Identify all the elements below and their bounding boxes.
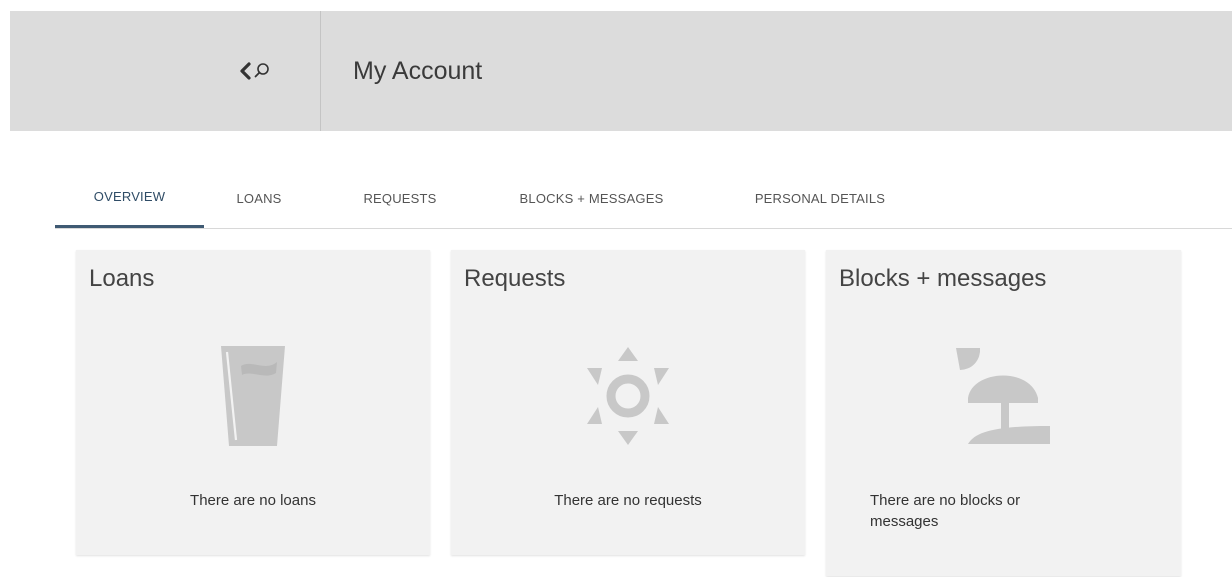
back-search-icon [240,62,269,80]
header-bar: My Account [10,11,1232,131]
header-back-section [10,11,321,131]
loans-empty-message: There are no loans [190,492,316,509]
tab-loans[interactable]: LOANS [227,168,291,228]
tab-overview[interactable]: OVERVIEW [55,168,204,228]
tab-blocks-messages[interactable]: BLOCKS + MESSAGES [499,168,684,228]
loans-card-title: Loans [89,265,155,292]
loans-card[interactable]: Loans There are no loans [76,250,430,555]
blocks-empty-message: There are no blocks or messages [870,492,1021,530]
account-tabs: OVERVIEW LOANS REQUESTS BLOCKS + MESSAGE… [55,168,1232,229]
back-button[interactable] [236,53,276,89]
blocks-messages-card[interactable]: Blocks + messages There are no blocks or… [826,250,1181,576]
beach-umbrella-icon [956,348,1050,444]
sun-icon [587,347,669,445]
requests-card-title: Requests [464,265,566,292]
page-title: My Account [353,57,483,85]
account-page: My Account OVERVIEW LOANS REQUESTS BLOCK… [0,0,1232,577]
requests-card[interactable]: Requests There are no requests [451,250,805,555]
tab-requests[interactable]: REQUESTS [349,168,451,228]
tab-personal-details[interactable]: PERSONAL DETAILS [735,168,905,228]
blocks-messages-card-title: Blocks + messages [839,265,1047,292]
glass-icon [221,346,285,446]
requests-empty-message: There are no requests [554,492,702,509]
